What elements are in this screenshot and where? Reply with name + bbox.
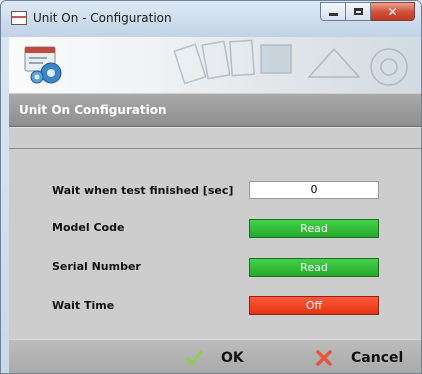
close-button[interactable]: ✕ <box>371 2 415 21</box>
dialog-footer: OK Cancel <box>9 339 421 373</box>
section-title: Unit On Configuration <box>19 103 167 117</box>
ok-button[interactable]: OK <box>185 346 244 370</box>
window-app-icon <box>11 11 27 25</box>
cancel-label: Cancel <box>351 350 404 366</box>
maximize-button[interactable] <box>346 2 371 21</box>
serial-number-read-button[interactable]: Read <box>249 258 379 277</box>
title-bar[interactable]: Unit On - Configuration ✕ <box>1 1 421 37</box>
serial-number-label: Serial Number <box>52 260 141 273</box>
caption-buttons: ✕ <box>320 2 415 22</box>
checkmark-icon <box>185 350 203 366</box>
gear-document-icon <box>24 46 62 84</box>
model-code-label: Model Code <box>52 221 125 234</box>
model-code-read-button[interactable]: Read <box>249 219 379 238</box>
ok-label: OK <box>221 350 244 366</box>
dialog-window: Unit On - Configuration ✕ Unit On Config… <box>0 0 422 374</box>
close-icon: ✕ <box>387 4 398 19</box>
minimize-icon <box>328 13 338 16</box>
x-cross-icon <box>316 350 332 366</box>
wait-finished-input[interactable]: 0 <box>249 181 379 199</box>
wait-time-off-button[interactable]: Off <box>249 296 379 315</box>
banner <box>9 37 421 93</box>
cancel-button[interactable]: Cancel <box>315 346 403 370</box>
panel-divider <box>9 148 421 149</box>
window-title: Unit On - Configuration <box>33 11 172 25</box>
maximize-icon <box>353 8 363 15</box>
minimize-button[interactable] <box>320 2 346 21</box>
banner-decoration <box>173 39 408 86</box>
wait-finished-label: Wait when test finished [sec] <box>52 184 234 197</box>
wait-time-label: Wait Time <box>52 299 115 312</box>
section-header: Unit On Configuration <box>9 93 421 127</box>
